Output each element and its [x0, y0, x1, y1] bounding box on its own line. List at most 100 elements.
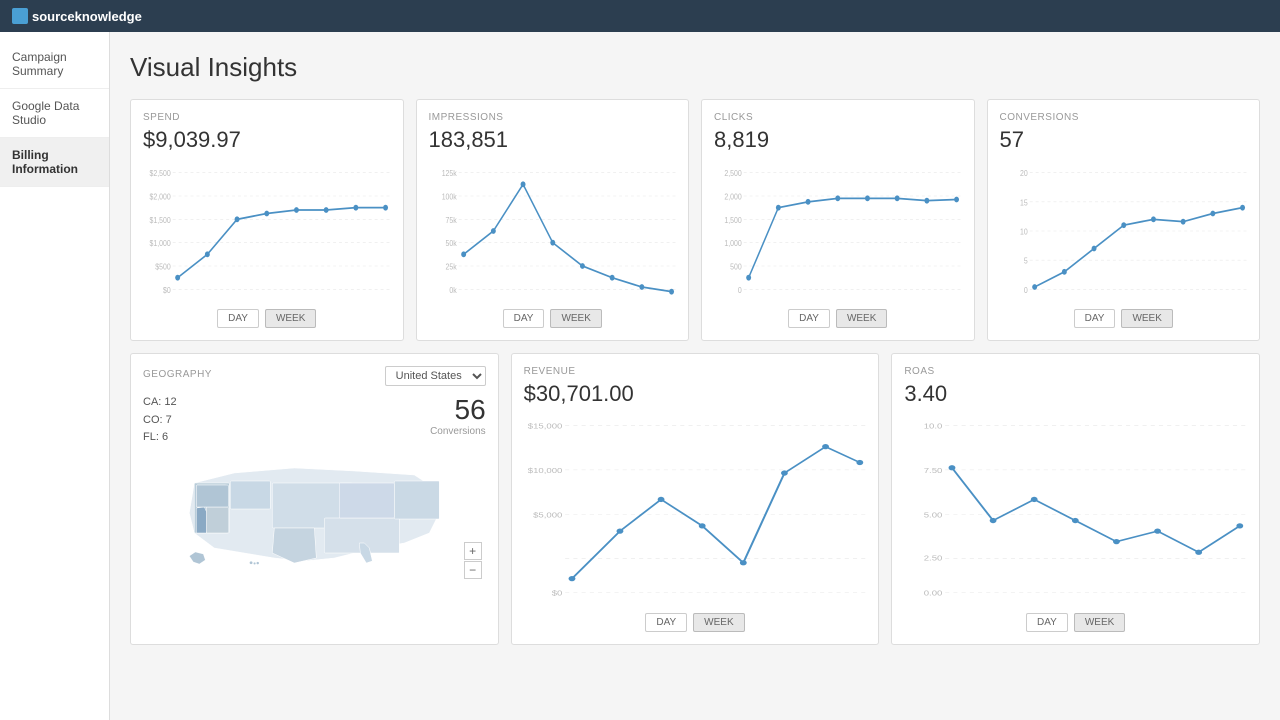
roas-card: ROAS 3.40 10.0 7.50 5.00 2.50 0.00 — [891, 353, 1260, 645]
map-zoom-in-btn[interactable]: + — [464, 542, 482, 560]
svg-text:25k: 25k — [445, 262, 456, 272]
geo-stats: CA: 12 CO: 7 FL: 6 — [143, 394, 177, 447]
roas-toggle: DAY WEEK — [904, 613, 1247, 632]
roas-day-btn[interactable]: DAY — [1026, 613, 1068, 632]
main-layout: Campaign Summary Google Data Studio Bill… — [0, 32, 1280, 720]
roas-chart: 10.0 7.50 5.00 2.50 0.00 — [904, 415, 1247, 605]
clicks-card: CLICKS 8,819 2,500 2,000 1,500 1,000 — [701, 99, 975, 341]
spend-day-btn[interactable]: DAY — [217, 309, 259, 328]
impressions-toggle: DAY WEEK — [429, 309, 677, 328]
sidebar-item-billing[interactable]: Billing Information — [0, 138, 109, 187]
svg-text:$0: $0 — [163, 285, 171, 295]
geography-label: GEOGRAPHY — [143, 369, 212, 380]
svg-text:15: 15 — [1020, 198, 1028, 208]
spend-toggle: DAY WEEK — [143, 309, 391, 328]
revenue-week-btn[interactable]: WEEK — [693, 613, 744, 632]
top-bar: sourceknowledge — [0, 0, 1280, 32]
geo-stat-fl: FL: 6 — [143, 429, 177, 447]
roas-label: ROAS — [904, 366, 1247, 377]
map-controls: + − — [464, 542, 482, 579]
impressions-card: IMPRESSIONS 183,851 125k 100k 75k 50k — [416, 99, 690, 341]
impressions-chart: 125k 100k 75k 50k 25k 0k — [429, 161, 677, 301]
impressions-label: IMPRESSIONS — [429, 112, 677, 123]
geography-select[interactable]: United States — [385, 366, 486, 386]
clicks-week-btn[interactable]: WEEK — [836, 309, 887, 328]
revenue-day-btn[interactable]: DAY — [645, 613, 687, 632]
bottom-cards-grid: GEOGRAPHY United States CA: 12 CO: 7 FL:… — [130, 353, 1260, 645]
svg-text:75k: 75k — [445, 215, 456, 225]
svg-text:20: 20 — [1020, 169, 1028, 179]
geo-header: GEOGRAPHY United States — [143, 366, 486, 386]
svg-text:10: 10 — [1020, 227, 1028, 237]
svg-text:$0: $0 — [551, 589, 562, 598]
logo-text: sourceknowledge — [32, 9, 142, 24]
spend-week-btn[interactable]: WEEK — [265, 309, 316, 328]
svg-text:7.50: 7.50 — [924, 466, 943, 475]
clicks-day-btn[interactable]: DAY — [788, 309, 830, 328]
geo-conversions-count: 56 — [455, 394, 486, 426]
geo-stat-co: CO: 7 — [143, 412, 177, 430]
svg-text:0k: 0k — [449, 285, 457, 295]
svg-text:$5,000: $5,000 — [533, 510, 563, 519]
conversions-day-btn[interactable]: DAY — [1074, 309, 1116, 328]
svg-text:1,000: 1,000 — [724, 239, 741, 249]
svg-text:0: 0 — [1023, 285, 1027, 295]
sidebar-item-campaign[interactable]: Campaign Summary — [0, 40, 109, 89]
spend-value: $9,039.97 — [143, 127, 391, 153]
content-area: Visual Insights SPEND $9,039.97 .grid-li… — [110, 32, 1280, 720]
logo-icon — [12, 8, 28, 24]
clicks-value: 8,819 — [714, 127, 962, 153]
svg-text:$500: $500 — [155, 262, 170, 272]
geo-top-row: CA: 12 CO: 7 FL: 6 56 Conversions — [143, 394, 486, 453]
revenue-toggle: DAY WEEK — [524, 613, 867, 632]
map-zoom-out-btn[interactable]: − — [464, 561, 482, 579]
svg-text:$1,000: $1,000 — [150, 239, 171, 249]
svg-text:50k: 50k — [445, 239, 456, 249]
sidebar: Campaign Summary Google Data Studio Bill… — [0, 32, 110, 720]
revenue-value: $30,701.00 — [524, 381, 867, 407]
sidebar-item-google[interactable]: Google Data Studio — [0, 89, 109, 138]
svg-text:0: 0 — [738, 285, 742, 295]
revenue-label: REVENUE — [524, 366, 867, 377]
roas-week-btn[interactable]: WEEK — [1074, 613, 1125, 632]
clicks-label: CLICKS — [714, 112, 962, 123]
svg-text:500: 500 — [730, 262, 742, 272]
conversions-card: CONVERSIONS 57 20 15 10 5 0 — [987, 99, 1261, 341]
spend-chart: .grid-line { stroke: #e8e8e8; stroke-wid… — [143, 161, 391, 301]
svg-text:2,500: 2,500 — [724, 169, 741, 179]
conversions-week-btn[interactable]: WEEK — [1121, 309, 1172, 328]
spend-card: SPEND $9,039.97 .grid-line { stroke: #e8… — [130, 99, 404, 341]
geo-right: 56 Conversions — [430, 394, 486, 437]
svg-text:$1,500: $1,500 — [150, 215, 171, 225]
conversions-value: 57 — [1000, 127, 1248, 153]
impressions-week-btn[interactable]: WEEK — [550, 309, 601, 328]
logo: sourceknowledge — [12, 8, 142, 24]
spend-label: SPEND — [143, 112, 391, 123]
clicks-chart: 2,500 2,000 1,500 1,000 500 0 — [714, 161, 962, 301]
us-map: + − — [143, 453, 486, 583]
geography-card: GEOGRAPHY United States CA: 12 CO: 7 FL:… — [130, 353, 499, 645]
geo-stat-ca: CA: 12 — [143, 394, 177, 412]
page-title: Visual Insights — [130, 52, 1260, 83]
conversions-toggle: DAY WEEK — [1000, 309, 1248, 328]
svg-text:$2,500: $2,500 — [150, 169, 171, 179]
impressions-value: 183,851 — [429, 127, 677, 153]
svg-text:100k: 100k — [441, 192, 456, 202]
svg-text:2,000: 2,000 — [724, 192, 741, 202]
impressions-day-btn[interactable]: DAY — [503, 309, 545, 328]
revenue-card: REVENUE $30,701.00 $15,000 $10,000 $5,00… — [511, 353, 880, 645]
geo-conversions-label: Conversions — [430, 426, 486, 437]
svg-text:10.0: 10.0 — [924, 422, 943, 431]
svg-text:5: 5 — [1023, 256, 1027, 266]
svg-text:$15,000: $15,000 — [527, 422, 562, 431]
svg-text:2.50: 2.50 — [924, 554, 943, 563]
clicks-toggle: DAY WEEK — [714, 309, 962, 328]
svg-text:$2,000: $2,000 — [150, 192, 171, 202]
svg-text:1,500: 1,500 — [724, 215, 741, 225]
conversions-label: CONVERSIONS — [1000, 112, 1248, 123]
roas-value: 3.40 — [904, 381, 1247, 407]
conversions-chart: 20 15 10 5 0 — [1000, 161, 1248, 301]
svg-text:5.00: 5.00 — [924, 510, 943, 519]
svg-text:0.00: 0.00 — [924, 589, 943, 598]
svg-text:$10,000: $10,000 — [527, 466, 562, 475]
